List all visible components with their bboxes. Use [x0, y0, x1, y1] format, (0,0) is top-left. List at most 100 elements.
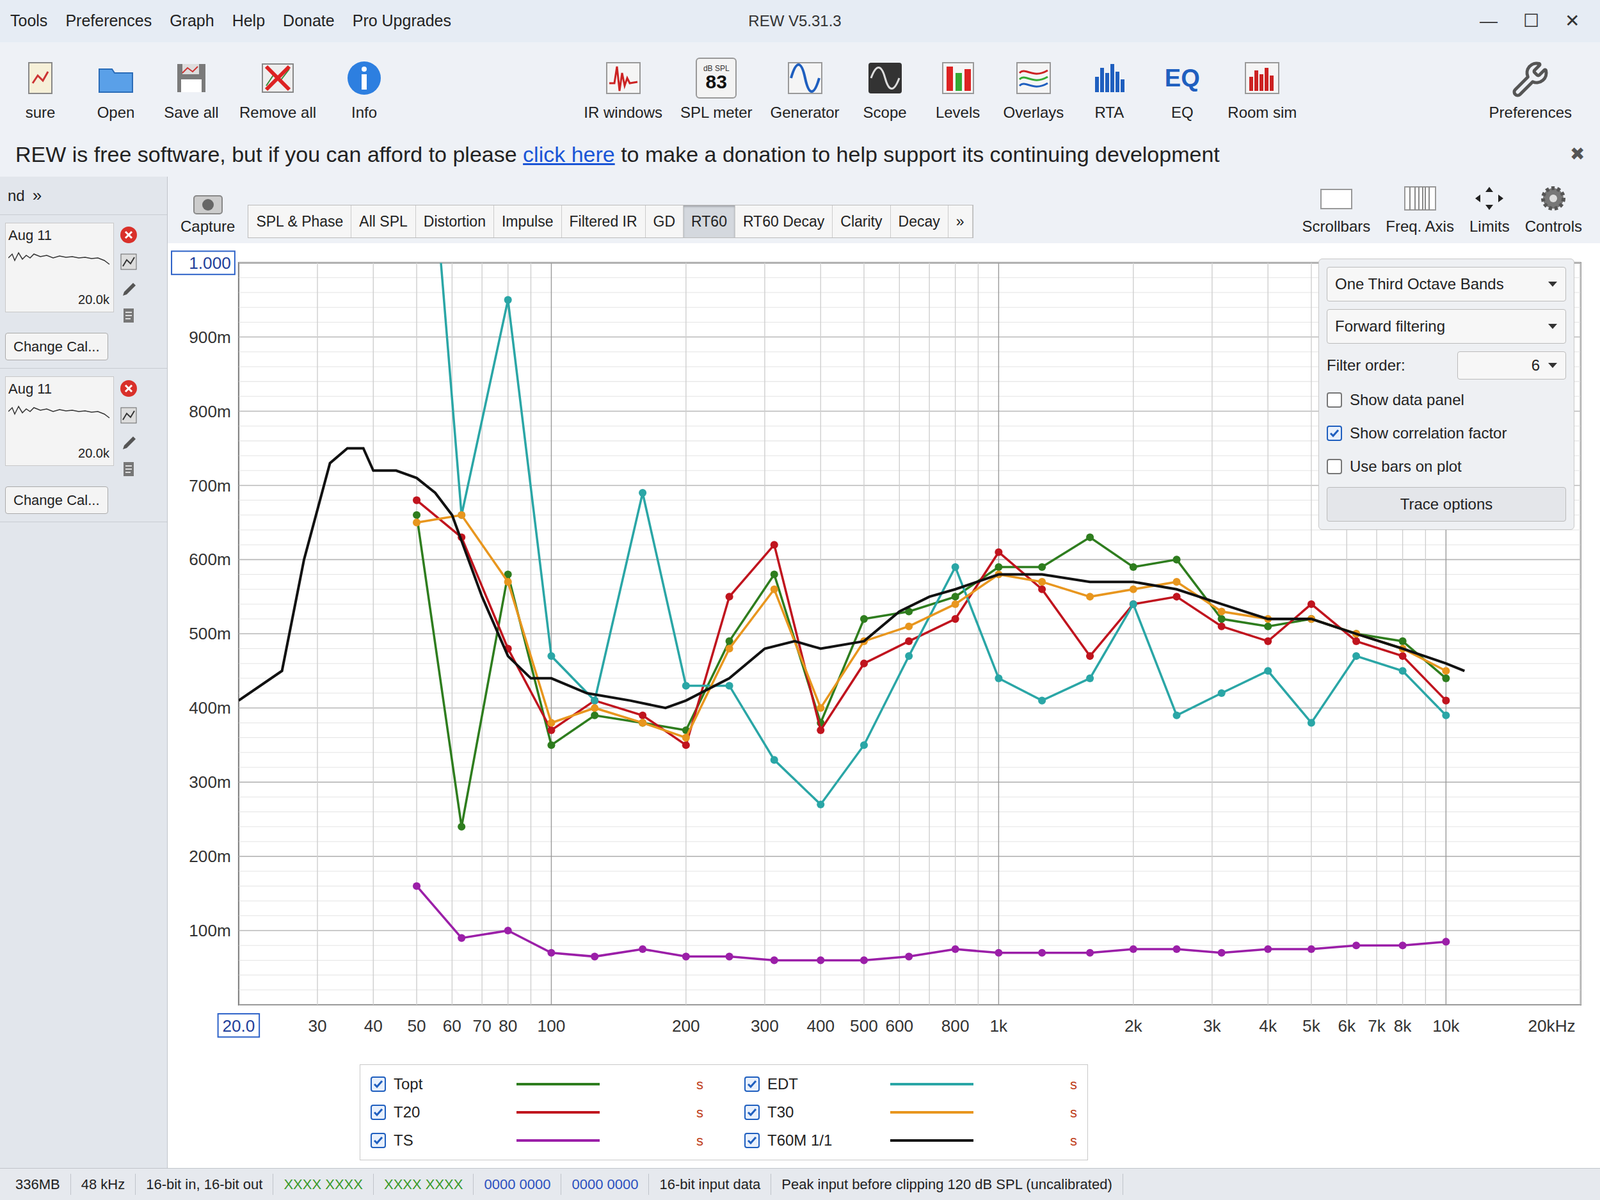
toolbar-button[interactable]: Open [80, 57, 152, 125]
edit-pen-icon[interactable] [119, 279, 139, 299]
measurement-thumbnail-graph [8, 245, 111, 271]
preferences-button[interactable]: Preferences [1481, 60, 1580, 125]
legend-item[interactable]: Topts [370, 1070, 704, 1099]
menu-item[interactable]: Pro Upgrades [352, 8, 452, 34]
measurement-graph-icon[interactable] [119, 252, 139, 272]
toolbar-button[interactable]: Remove all [231, 57, 324, 125]
menu-item[interactable]: Help [232, 8, 265, 34]
window-control-button[interactable]: ✕ [1564, 7, 1580, 35]
grid-line [451, 263, 453, 1005]
graph-tab[interactable]: RT60 Decay [735, 205, 833, 239]
legend-checkbox[interactable] [370, 1076, 386, 1092]
remove-measurement-icon[interactable] [119, 378, 139, 399]
svg-text:50: 50 [407, 1016, 426, 1036]
data-point [1129, 600, 1138, 608]
filter-order-spinner[interactable]: 6 [1457, 351, 1567, 380]
measurement-entry[interactable]: Aug 1120.0k Change Cal... [0, 215, 168, 369]
option-checkbox-row[interactable]: Use bars on plot [1326, 453, 1567, 480]
toolbar-button[interactable]: EQEQ [1146, 57, 1218, 125]
notes-document-icon[interactable] [119, 305, 139, 326]
svg-text:3k: 3k [1203, 1016, 1222, 1036]
grid-line [1310, 263, 1312, 1005]
menu-item[interactable]: Donate [282, 8, 335, 34]
view-control-button[interactable]: Freq. Axis [1385, 184, 1455, 239]
toolbar-button[interactable]: Scope [849, 57, 921, 125]
legend-item[interactable]: TSs [370, 1126, 704, 1155]
svg-text:4k: 4k [1258, 1016, 1278, 1036]
graph-tab[interactable]: SPL & Phase [248, 205, 352, 239]
dropdown-arrow-icon [1547, 322, 1558, 331]
toolbar-button[interactable]: IR windows [576, 57, 671, 125]
toolbar-button[interactable]: Levels [922, 57, 994, 125]
notes-document-icon[interactable] [119, 459, 139, 479]
toolbar-button[interactable]: dB SPL83SPL meter [672, 57, 761, 125]
graph-tab[interactable]: Impulse [494, 205, 562, 239]
grid-line [863, 263, 864, 1005]
toolbar-button[interactable]: Info [328, 57, 400, 125]
graph-tab[interactable]: Decay [890, 205, 949, 239]
legend-checkbox[interactable] [370, 1132, 386, 1149]
toolbar-button[interactable]: Overlays [995, 57, 1072, 125]
remove-measurement-icon[interactable] [119, 225, 139, 245]
measurement-graph-icon[interactable] [119, 405, 139, 425]
capture-button[interactable]: Capture [175, 192, 240, 239]
svg-text:600: 600 [885, 1016, 914, 1036]
option-checkbox[interactable] [1326, 425, 1343, 441]
change-cal-button[interactable]: Change Cal... [5, 486, 109, 514]
toolbar-button[interactable]: Save all [156, 57, 227, 125]
data-point [590, 952, 599, 961]
window-control-button[interactable]: ☐ [1523, 7, 1540, 35]
grid-line [238, 855, 1581, 857]
graph-tab[interactable]: GD [645, 205, 685, 239]
legend-item[interactable]: EDTs [744, 1070, 1078, 1099]
option-checkbox[interactable] [1326, 458, 1343, 475]
window-control-button[interactable]: — [1479, 7, 1498, 35]
measurement-entry[interactable]: Aug 1120.0k Change Cal... [0, 368, 168, 523]
menu-item[interactable]: Graph [169, 8, 214, 34]
data-point [1038, 585, 1046, 594]
graph-tab[interactable]: » [948, 205, 973, 239]
eq-icon: EQ [1161, 57, 1203, 99]
graph-tab[interactable]: Clarity [832, 205, 891, 239]
menu-item[interactable]: Tools [10, 8, 48, 34]
toolbar-button[interactable]: RTA [1073, 57, 1145, 125]
legend-item[interactable]: T60M 1/1s [744, 1126, 1078, 1155]
close-banner-button[interactable]: ✖ [1569, 140, 1585, 168]
menu-item[interactable]: Preferences [65, 8, 152, 34]
edit-pen-icon[interactable] [119, 432, 139, 452]
data-point [590, 704, 599, 712]
change-cal-button[interactable]: Change Cal... [5, 332, 109, 361]
data-point [457, 511, 466, 520]
graph-tab[interactable]: All SPL [351, 205, 416, 239]
legend-checkbox[interactable] [744, 1076, 760, 1092]
measurement-thumbnail[interactable]: Aug 1120.0k [5, 222, 114, 313]
grid-line [238, 574, 1581, 575]
view-control-button[interactable]: Scrollbars [1302, 184, 1371, 239]
view-control-button[interactable]: Limits [1469, 184, 1510, 239]
toolbar-button[interactable]: Generator [762, 57, 848, 125]
measurement-thumbnail[interactable]: Aug 1120.0k [5, 376, 114, 466]
option-checkbox[interactable] [1326, 392, 1343, 408]
graph-tab[interactable]: RT60 [683, 205, 736, 239]
legend-checkbox[interactable] [370, 1104, 386, 1120]
trace-options-button[interactable]: Trace options [1326, 487, 1567, 522]
legend-item[interactable]: T30s [744, 1098, 1078, 1127]
option-checkbox-row[interactable]: Show data panel [1326, 387, 1567, 413]
graph-tab[interactable]: Distortion [416, 205, 495, 239]
view-control-button[interactable]: Controls [1525, 184, 1583, 239]
option-checkbox-row[interactable]: Show correlation factor [1326, 420, 1567, 447]
grid-line [238, 1004, 1581, 1006]
legend-checkbox[interactable] [744, 1132, 760, 1149]
donation-link[interactable]: click here [522, 142, 616, 167]
measurements-header[interactable]: nd» [0, 176, 168, 216]
toolbar-button[interactable]: sure [5, 57, 76, 125]
data-point [994, 949, 1003, 957]
band-select-dropdown[interactable]: One Third Octave Bands [1326, 266, 1567, 302]
graph-tab[interactable]: Filtered IR [561, 205, 646, 239]
filtering-dropdown[interactable]: Forward filtering [1326, 309, 1567, 344]
toolbar-button[interactable]: Room sim [1219, 57, 1305, 125]
data-point [951, 945, 960, 953]
data-point [1441, 674, 1450, 683]
legend-checkbox[interactable] [744, 1104, 760, 1120]
legend-item[interactable]: T20s [370, 1098, 704, 1127]
